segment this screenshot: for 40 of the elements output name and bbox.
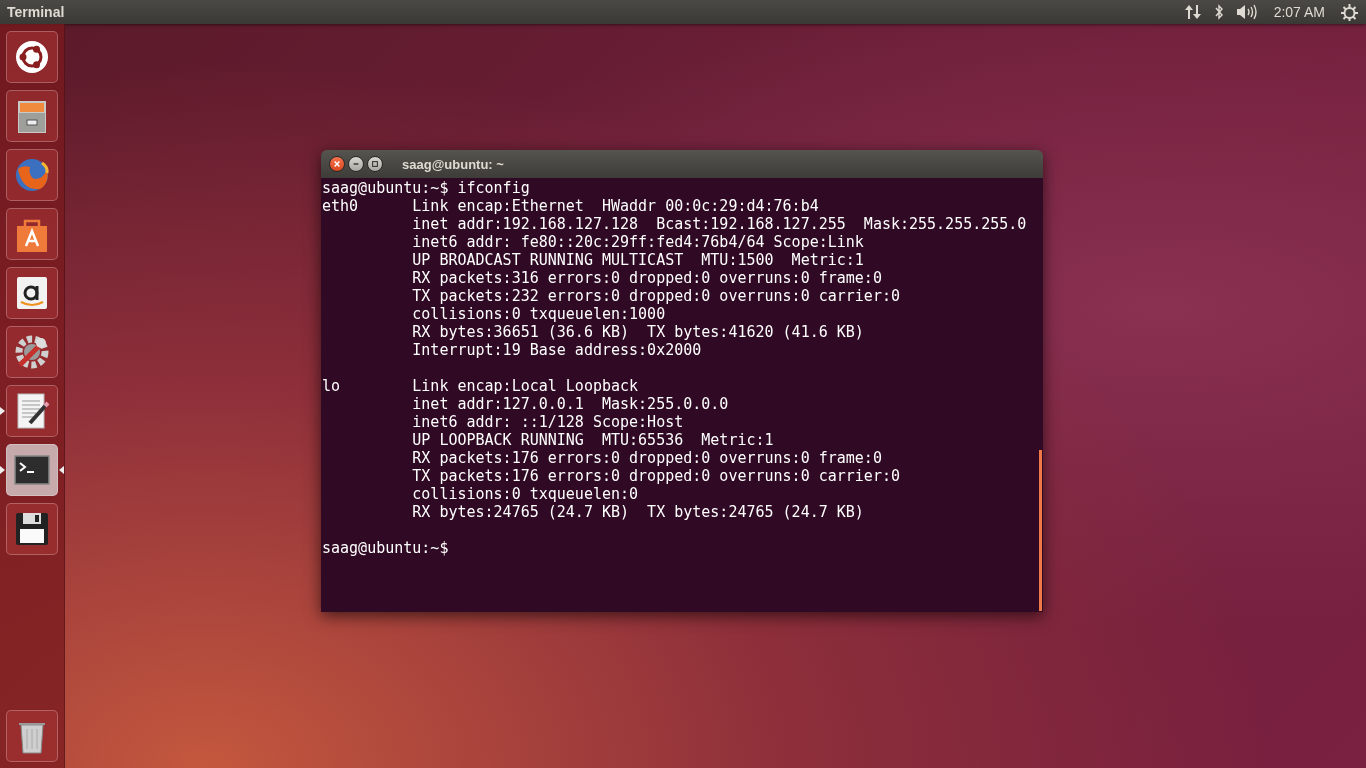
- terminal-line: eth0 Link encap:Ethernet HWaddr 00:0c:29:d4:76:b4: [322, 197, 820, 215]
- terminal-line: UP LOOPBACK RUNNING MTU:65536 Metric:1: [411, 431, 775, 449]
- terminal-line: collisions:0 txqueuelen:0: [411, 485, 640, 503]
- close-icon: [333, 160, 341, 168]
- terminal-line: TX packets:176 errors:0 dropped:0 overruns:0 carrier:0: [411, 467, 901, 485]
- launcher-item[interactable]: [6, 267, 58, 319]
- terminal-line: saag@ubuntu:~$ ifconfig: [322, 179, 531, 197]
- terminal-line: collisions:0 txqueuelen:1000: [411, 305, 667, 323]
- launcher-item[interactable]: [6, 444, 58, 496]
- bluetooth-icon[interactable]: [1213, 4, 1224, 20]
- maximize-button[interactable]: [367, 156, 383, 172]
- terminal-line: inet addr:192.168.127.128 Bcast:192.168.127.255 Mask:255.255.255.0: [411, 215, 1028, 233]
- terminal-line: Interrupt:19 Base address:0x2000: [411, 341, 703, 359]
- terminal-line: RX bytes:24765 (24.7 KB) TX bytes:24765 (24.7 KB): [411, 503, 865, 521]
- launcher-item[interactable]: [6, 31, 58, 83]
- terminal-line: UP BROADCAST RUNNING MULTICAST MTU:1500 Metric:1: [411, 251, 865, 269]
- launcher-item[interactable]: [6, 326, 58, 378]
- maximize-icon: [371, 160, 379, 168]
- terminal-line: RX bytes:36651 (36.6 KB) TX bytes:41620 (41.6 KB): [411, 323, 865, 341]
- speaker-icon[interactable]: [1235, 4, 1258, 20]
- launcher-item[interactable]: [6, 208, 58, 260]
- terminal-line: RX packets:176 errors:0 dropped:0 overruns:0 frame:0: [411, 449, 883, 467]
- network-arrows-icon[interactable]: [1183, 4, 1202, 20]
- launcher-item[interactable]: [6, 503, 58, 555]
- clock[interactable]: 2:07 AM: [1273, 4, 1325, 20]
- app-title: Terminal: [7, 4, 65, 20]
- terminal-line: inet addr:127.0.0.1 Mask:255.0.0.0: [411, 395, 730, 413]
- terminal-line: RX packets:316 errors:0 dropped:0 overruns:0 frame:0: [411, 269, 883, 287]
- window-title: saag@ubuntu: ~: [402, 156, 504, 172]
- terminal-line: lo Link encap:Local Loopback: [322, 377, 640, 395]
- launcher-item[interactable]: [6, 385, 58, 437]
- terminal-line: inet6 addr: ::1/128 Scope:Host: [411, 413, 685, 431]
- terminal-line: inet6 addr: fe80::20c:29ff:fed4:76b4/64 Scope:Link: [411, 233, 865, 251]
- close-button[interactable]: [329, 156, 345, 172]
- scrollbar[interactable]: [1039, 450, 1042, 611]
- minimize-icon: [352, 160, 360, 168]
- terminal-line: saag@ubuntu:~$: [322, 539, 450, 557]
- terminal-line: TX packets:232 errors:0 dropped:0 overruns:0 carrier:0: [411, 287, 901, 305]
- minimize-button[interactable]: [348, 156, 364, 172]
- gear-icon[interactable]: [1341, 3, 1358, 21]
